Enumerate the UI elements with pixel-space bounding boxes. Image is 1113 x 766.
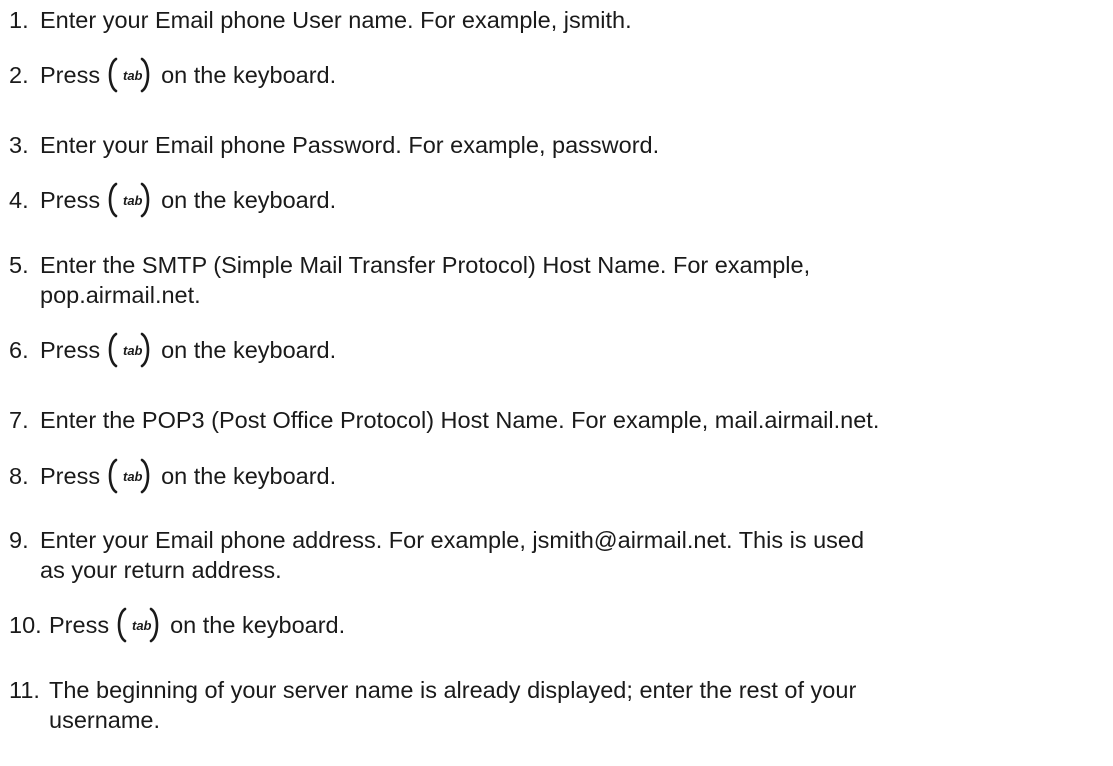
tab-key-icon: tab [115, 606, 161, 644]
press-label: Press [40, 463, 101, 489]
step-number: 1. [9, 7, 29, 33]
tab-key-label: tab [123, 193, 143, 208]
step-text: Enter the SMTP (Simple Mail Transfer Pro… [40, 250, 810, 310]
step-number: 10. [9, 612, 42, 638]
press-suffix: on the keyboard. [161, 187, 337, 213]
press-label: Press [40, 337, 101, 363]
press-suffix: on the keyboard. [170, 612, 346, 638]
tab-key-label: tab [123, 343, 143, 358]
step-line: as your return address. [40, 557, 282, 583]
step-number: 4. [9, 187, 29, 213]
step-number: 6. [9, 337, 29, 363]
tab-key-label: tab [123, 469, 143, 484]
step-text: Enter your Email phone Password. For exa… [40, 130, 659, 160]
step-number: 11. [9, 677, 40, 703]
tab-key-icon: tab [106, 56, 152, 94]
step-text: Enter your Email phone address. For exam… [40, 525, 864, 585]
tab-key-icon: tab [106, 331, 152, 369]
tab-key-label: tab [132, 618, 152, 633]
step-text: Press tab on the keyboard. [40, 458, 337, 494]
press-label: Press [40, 187, 101, 213]
step-line: Enter your Email phone User name. For ex… [40, 7, 632, 33]
press-label: Press [40, 62, 101, 88]
step-line: pop.airmail.net. [40, 282, 201, 308]
press-suffix: on the keyboard. [161, 62, 337, 88]
press-suffix: on the keyboard. [161, 463, 337, 489]
step-line: Enter your Email phone Password. For exa… [40, 132, 660, 158]
step-text: Press tab on the keyboard. [49, 607, 346, 643]
step-line: Enter the POP3 (Post Office Protocol) Ho… [40, 407, 880, 433]
step-text: Enter the POP3 (Post Office Protocol) Ho… [40, 405, 879, 435]
tab-key-label: tab [123, 68, 143, 83]
step-text: The beginning of your server name is alr… [49, 675, 856, 735]
step-number: 2. [9, 62, 29, 88]
step-text: Press tab on the keyboard. [40, 332, 337, 368]
step-number: 7. [9, 407, 29, 433]
press-suffix: on the keyboard. [161, 337, 337, 363]
step-number: 8. [9, 463, 29, 489]
step-text: Enter your Email phone User name. For ex… [40, 5, 632, 35]
step-text: Press tab on the keyboard. [40, 57, 337, 93]
step-number: 5. [9, 252, 29, 278]
step-line: username. [49, 707, 161, 733]
step-line: The beginning of your server name is alr… [49, 677, 857, 703]
step-number: 3. [9, 132, 29, 158]
step-number: 9. [9, 527, 29, 553]
press-label: Press [49, 612, 110, 638]
step-line: Enter your Email phone address. For exam… [40, 527, 865, 553]
tab-key-icon: tab [106, 181, 152, 219]
tab-key-icon: tab [106, 457, 152, 495]
step-line: Enter the SMTP (Simple Mail Transfer Pro… [40, 252, 811, 278]
step-text: Press tab on the keyboard. [40, 182, 337, 218]
